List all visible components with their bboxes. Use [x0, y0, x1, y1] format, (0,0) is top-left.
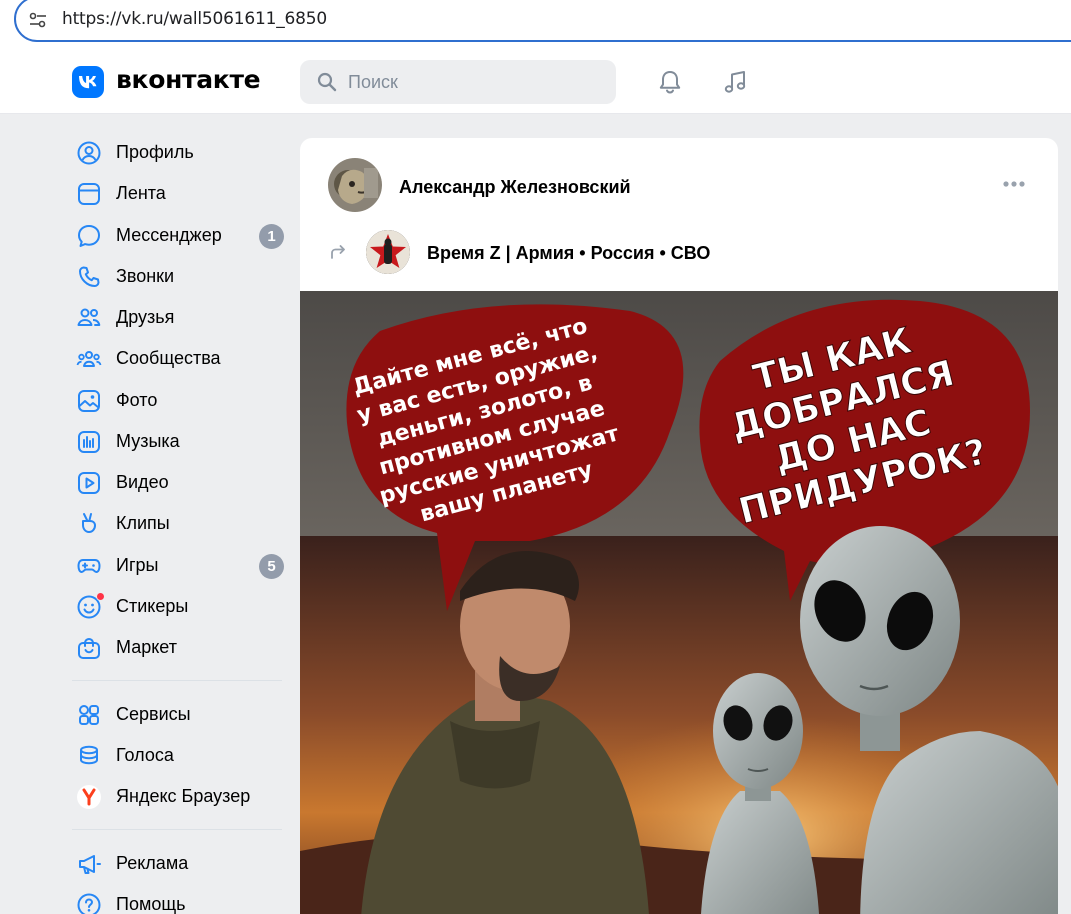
sidebar-item-feed[interactable]: Лента	[72, 175, 290, 211]
sidebar-item-photo[interactable]: Фото	[72, 382, 290, 418]
sidebar-item-stickers[interactable]: Стикеры	[72, 588, 290, 624]
search-box[interactable]	[300, 60, 616, 104]
video-icon	[78, 472, 100, 494]
sidebar-item-label: Сообщества	[116, 348, 221, 368]
more-options-icon[interactable]	[1000, 176, 1030, 192]
sidebar-item-messenger[interactable]: Мессенджер 1	[72, 217, 290, 253]
market-icon	[78, 637, 100, 659]
post-card: Александр Железновский Время Z | Армия •…	[300, 138, 1058, 914]
sidebar-item-label: Музыка	[116, 431, 180, 451]
sidebar-item-label: Видео	[116, 472, 169, 492]
sidebar-item-clips[interactable]: Клипы	[72, 505, 290, 541]
sidebar-item-profile[interactable]: Профиль	[72, 134, 290, 170]
sidebar-item-video[interactable]: Видео	[72, 464, 290, 500]
profile-icon	[77, 141, 101, 165]
sidebar-item-friends[interactable]: Друзья	[72, 299, 290, 335]
sidebar-item-label: Стикеры	[116, 596, 189, 616]
communities-icon	[76, 351, 102, 367]
games-icon	[77, 559, 101, 573]
url-text[interactable]: https://vk.ru/wall5061611_6850	[62, 9, 327, 29]
sidebar-item-label: Маркет	[116, 637, 177, 657]
site-settings-icon[interactable]	[28, 10, 48, 30]
vk-header: вконтакте	[0, 48, 1071, 114]
repost-source-name[interactable]: Время Z | Армия • Россия • СВО	[427, 243, 710, 264]
sidebar-item-calls[interactable]: Звонки	[72, 258, 290, 294]
sidebar-item-label: Друзья	[116, 307, 175, 327]
messenger-icon	[78, 225, 100, 247]
sidebar-item-communities[interactable]: Сообщества	[72, 340, 290, 376]
music-icon	[78, 431, 100, 453]
help-icon	[77, 893, 101, 914]
sidebar-item-label: Помощь	[116, 894, 186, 914]
sidebar-item-label: Профиль	[116, 142, 194, 162]
sidebar-item-label: Клипы	[116, 513, 170, 533]
author-avatar[interactable]	[328, 158, 382, 212]
search-input[interactable]	[348, 70, 598, 94]
vk-wordmark[interactable]: вконтакте	[116, 65, 261, 94]
search-icon	[317, 72, 337, 92]
phone-icon	[79, 266, 100, 287]
clips-icon	[82, 513, 96, 533]
sidebar-item-games[interactable]: Игры 5	[72, 547, 290, 583]
music-player-icon[interactable]	[722, 68, 750, 96]
notifications-bell-icon[interactable]	[656, 68, 684, 96]
games-notification-badge: 5	[259, 554, 284, 579]
photo-icon	[78, 390, 100, 412]
sidebar-item-label: Звонки	[116, 266, 175, 286]
source-group-avatar[interactable]	[366, 230, 410, 274]
ads-icon	[79, 855, 101, 874]
post-author-name[interactable]: Александр Железновский	[399, 177, 631, 198]
sidebar-item-music[interactable]: Музыка	[72, 423, 290, 459]
services-icon	[79, 705, 99, 725]
sidebar-item-label: Игры	[116, 555, 159, 575]
sidebar-item-services[interactable]: Сервисы	[72, 696, 290, 732]
sidebar-item-market[interactable]: Маркет	[72, 629, 290, 665]
sidebar-item-label: Яндекс Браузер	[116, 786, 251, 806]
feed-icon	[78, 183, 100, 205]
sidebar-item-label: Голоса	[116, 745, 174, 765]
yandex-browser-icon	[77, 785, 101, 809]
sidebar-item-label: Лента	[116, 183, 166, 203]
sidebar-item-label: Реклама	[116, 853, 189, 873]
sidebar-separator	[72, 829, 282, 830]
sidebar-item-ads[interactable]: Реклама	[72, 845, 290, 881]
sidebar-item-help[interactable]: Помощь	[72, 886, 290, 914]
friends-icon	[77, 308, 101, 326]
messenger-unread-badge: 1	[259, 224, 284, 249]
stickers-new-dot	[96, 592, 105, 601]
repost-arrow-icon	[331, 245, 345, 259]
votes-icon	[80, 745, 98, 765]
sidebar-separator	[72, 680, 282, 681]
sidebar-item-label: Сервисы	[116, 704, 191, 724]
sidebar-item-label: Мессенджер	[116, 225, 222, 245]
sidebar-item-yandex-browser[interactable]: Яндекс Браузер	[72, 778, 290, 814]
sidebar-item-label: Фото	[116, 390, 158, 410]
browser-address-bar: https://vk.ru/wall5061611_6850	[0, 0, 1071, 48]
post-image[interactable]: Дайте мне всё, что у вас есть, оружие, д…	[300, 291, 1058, 914]
vk-logo-icon[interactable]	[72, 66, 104, 98]
sidebar-item-votes[interactable]: Голоса	[72, 737, 290, 773]
